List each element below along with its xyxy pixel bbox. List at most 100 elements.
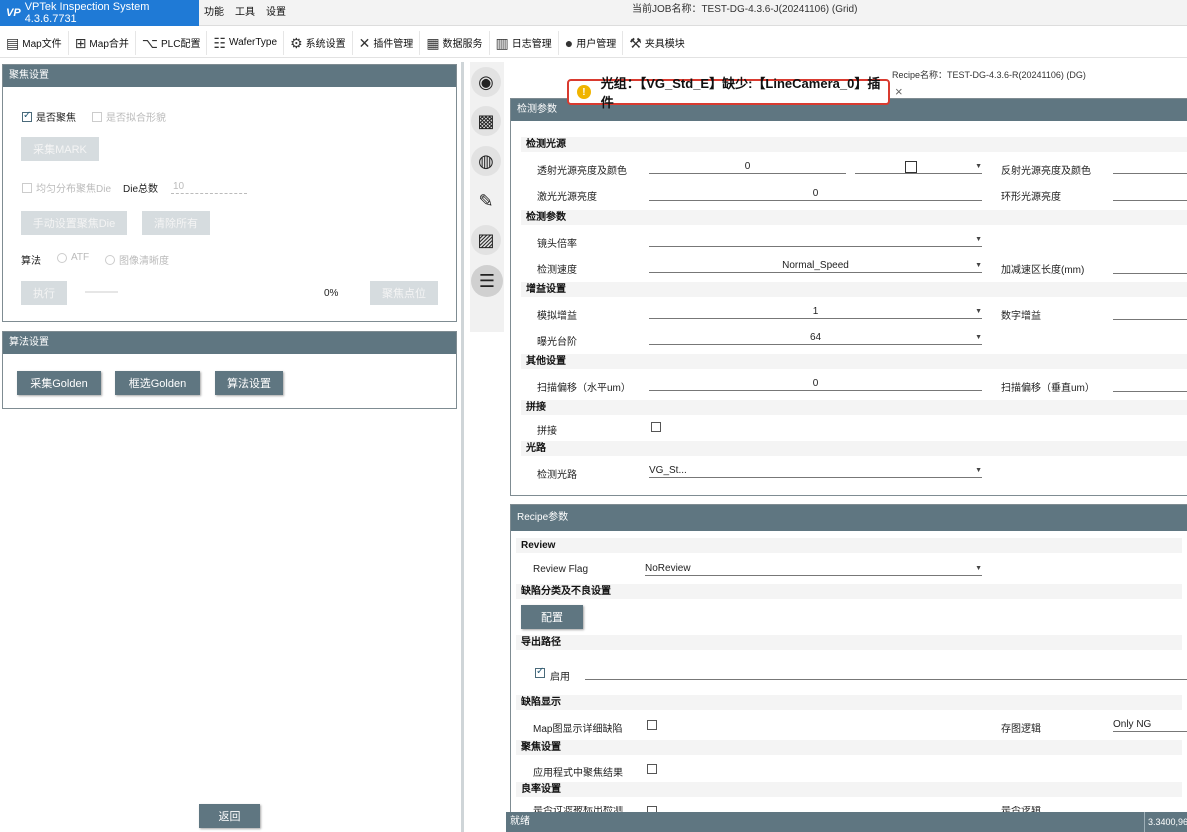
inspect-panel: 检测参数 xyxy=(510,98,1187,496)
image-icon[interactable]: ▨ xyxy=(471,225,501,255)
back-button[interactable]: 返回 xyxy=(199,804,260,828)
system-settings-label: 系统设置 xyxy=(305,39,346,50)
clarity-radio-dot[interactable] xyxy=(105,254,115,265)
uniform-focus-checkbox[interactable]: 均匀分布聚焦Die xyxy=(22,180,111,195)
algo-panel: 算法设置 xyxy=(2,331,457,409)
algo-clarity-radio[interactable]: 图像清晰度 xyxy=(105,252,169,267)
analog-gain-dropdown[interactable]: 1 ▼ xyxy=(649,305,982,319)
user-manage-button[interactable]: ● 用户管理 xyxy=(559,30,624,55)
select-golden-button[interactable]: 框选Golden xyxy=(115,371,200,395)
save-logic-dropdown[interactable]: Only NG xyxy=(1113,718,1187,732)
collect-mark-button[interactable]: 采集MARK xyxy=(21,137,99,161)
uniform-focus-check[interactable] xyxy=(22,182,32,193)
clear-all-button[interactable]: 清除所有 xyxy=(142,211,210,235)
laser-light-input[interactable]: 0 xyxy=(649,187,982,201)
trans-light-label: 透射光源亮度及颜色 xyxy=(537,166,627,177)
trans-color-dropdown[interactable]: ▼ xyxy=(855,160,982,174)
atf-radio-dot[interactable] xyxy=(57,252,67,263)
speed-dropdown[interactable]: Normal_Speed ▼ xyxy=(649,259,982,273)
digital-gain-label: 数字增益 xyxy=(1001,311,1041,322)
optical-section-title: 光路 xyxy=(521,441,1187,456)
menu-settings[interactable]: 设置 xyxy=(266,0,286,26)
optical-path-dropdown[interactable]: VG_St... ▼ xyxy=(649,464,982,478)
stitch-checkbox[interactable] xyxy=(651,422,661,432)
algo-panel-header: 算法设置 xyxy=(3,332,456,354)
gain-section-title: 增益设置 xyxy=(521,282,1187,297)
defect-section-title: 缺陷分类及不良设置 xyxy=(516,584,1182,599)
refl-light-input[interactable] xyxy=(1113,160,1187,174)
apply-focus-checkbox[interactable] xyxy=(647,764,657,774)
enable-focus-checkbox[interactable]: 是否聚焦 xyxy=(22,109,76,124)
user-icon: ● xyxy=(564,34,574,51)
enable-focus-label: 是否聚焦 xyxy=(36,113,76,124)
warning-icon: ! xyxy=(577,85,591,99)
fit-topology-checkbox[interactable]: 是否拟合形貌 xyxy=(92,109,166,124)
scan-v-input[interactable] xyxy=(1113,378,1187,392)
camera-icon[interactable]: ◉ xyxy=(471,67,501,97)
system-settings-button[interactable]: ⚙ 系统设置 xyxy=(284,30,353,55)
fixture-module-label: 夹具模块 xyxy=(644,39,685,50)
collect-golden-button[interactable]: 采集Golden xyxy=(17,371,101,395)
die-total-input[interactable]: 10 xyxy=(171,179,247,194)
exposure-dropdown[interactable]: 64 ▼ xyxy=(649,331,982,345)
warning-toast: ! 光组：【VG_Std_E】缺少:【LineCamera_0】插件 xyxy=(567,76,890,110)
current-job-label: 当前JOB名称：TEST-DG-4.3.6-J(20241106) (Grid) xyxy=(632,4,858,15)
plugin-manage-button[interactable]: ✕ 插件管理 xyxy=(353,30,421,55)
map-merge-button[interactable]: ⊞ Map合并 xyxy=(69,30,136,55)
algo-settings-button[interactable]: 算法设置 xyxy=(215,371,283,395)
wafer-map-icon[interactable]: ◍ xyxy=(471,146,501,176)
focus-panel-header: 聚焦设置 xyxy=(3,65,456,87)
log-manage-button[interactable]: ▥ 日志管理 xyxy=(490,30,559,55)
scan-h-label: 扫描偏移（水平um） xyxy=(537,383,631,394)
digital-gain-input[interactable] xyxy=(1113,306,1187,320)
manual-die-button[interactable]: 手动设置聚焦Die xyxy=(21,211,127,235)
status-coord: 3.3400,96 xyxy=(1144,812,1187,832)
export-enable-checkbox[interactable] xyxy=(535,666,545,678)
scan-v-label: 扫描偏移（垂直um） xyxy=(1001,383,1095,394)
checklist-icon[interactable]: ☰ xyxy=(471,265,503,297)
wafer-grid-icon[interactable]: ▩ xyxy=(471,106,501,136)
config-button[interactable]: 配置 xyxy=(521,605,583,629)
fit-topology-label: 是否拟合形貌 xyxy=(106,113,166,124)
map-detail-checkbox[interactable] xyxy=(647,720,657,730)
recipe-name-label: Recipe名称：TEST-DG-4.3.6-R(20241106) (DG) xyxy=(892,70,1086,80)
trans-light-input[interactable]: 0 xyxy=(649,160,846,174)
recipe-focus-section-title: 聚焦设置 xyxy=(516,740,1182,755)
map-file-button[interactable]: ▤ Map文件 xyxy=(0,30,69,55)
focus-point-button[interactable]: 聚焦点位 xyxy=(370,281,438,305)
app-title: VPTek Inspection System 4.3.6.7731 xyxy=(24,1,150,25)
ring-light-label: 环形光源亮度 xyxy=(1001,192,1061,203)
menu-function[interactable]: 功能 xyxy=(204,0,224,26)
plc-icon: ⌥ xyxy=(141,34,159,51)
ring-light-input[interactable] xyxy=(1113,187,1187,201)
data-service-button[interactable]: ▦ 数据服务 xyxy=(420,30,490,55)
ruler-tools-icon[interactable]: ✎ xyxy=(471,186,501,216)
scan-h-input[interactable]: 0 xyxy=(649,377,982,391)
plc-config-button[interactable]: ⌥ PLC配置 xyxy=(136,30,208,55)
export-section-title: 导出路径 xyxy=(516,635,1182,650)
fixture-module-button[interactable]: ⚒ 夹具模块 xyxy=(623,31,691,55)
execute-button[interactable]: 执行 xyxy=(21,281,67,305)
save-logic-label: 存图逻辑 xyxy=(1001,724,1041,735)
log-manage-label: 日志管理 xyxy=(511,39,552,50)
lens-dropdown[interactable]: ▼ xyxy=(649,233,982,247)
yield-section-title: 良率设置 xyxy=(516,782,1182,797)
exposure-label: 曝光台阶 xyxy=(537,337,577,348)
map-detail-label: Map图显示详细缺陷 xyxy=(533,724,623,735)
focus-progress-bar xyxy=(85,291,118,293)
menu-tools[interactable]: 工具 xyxy=(235,0,255,26)
panel-splitter[interactable] xyxy=(461,62,464,832)
export-path-input[interactable] xyxy=(585,666,1187,680)
plc-config-label: PLC配置 xyxy=(161,39,201,50)
map-merge-icon: ⊞ xyxy=(74,34,87,51)
fit-topology-check[interactable] xyxy=(92,111,102,122)
wafer-type-button[interactable]: ☷ WaferType xyxy=(207,30,285,55)
close-icon[interactable]: × xyxy=(895,84,903,99)
log-icon: ▥ xyxy=(495,34,509,51)
accel-input[interactable] xyxy=(1113,260,1187,274)
enable-focus-check[interactable] xyxy=(22,110,32,122)
review-flag-dropdown[interactable]: NoReview ▼ xyxy=(645,562,982,576)
algo-atf-radio[interactable]: ATF xyxy=(57,252,89,263)
app-logo: VP xyxy=(6,7,21,19)
chevron-down-icon: ▼ xyxy=(975,565,982,572)
